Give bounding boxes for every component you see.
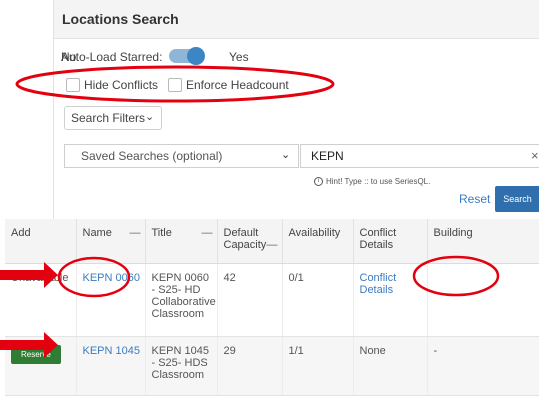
room-capacity: 42 (217, 263, 283, 337)
enforce-headcount-checkbox[interactable] (168, 78, 182, 92)
chevron-down-icon: ⌄ (145, 111, 155, 123)
room-title: KEPN 1045 - S25- HDS Classroom (145, 336, 218, 396)
info-icon: i (314, 177, 323, 187)
clear-icon[interactable]: × (531, 148, 539, 163)
column-menu-icon[interactable]: — (267, 239, 278, 251)
conflict-details-link[interactable]: Conflict Details (360, 272, 397, 296)
autoload-no-label: No (61, 50, 77, 64)
chevron-down-icon: ⌄ (281, 149, 291, 161)
panel-title: Locations Search (62, 11, 179, 27)
room-capacity: 29 (217, 336, 283, 396)
room-building (427, 263, 539, 337)
search-filters-label: Search Filters (71, 111, 146, 125)
autoload-toggle[interactable] (169, 47, 205, 65)
search-input-value: KEPN (311, 149, 344, 163)
column-menu-icon[interactable]: — (130, 227, 141, 239)
hide-conflicts-checkbox[interactable] (66, 78, 80, 92)
conflict-details-cell: Conflict Details (353, 263, 428, 337)
room-name-link[interactable]: KEPN 1045 (76, 336, 146, 396)
header-add[interactable]: Add (5, 219, 77, 264)
search-hint: i Hint! Type :: to use SeriesQL. (314, 177, 431, 187)
results-table: Add Name — Title — Default Capacity — Avail… (5, 219, 539, 396)
column-menu-icon[interactable]: — (202, 227, 213, 239)
header-title[interactable]: Title — (145, 219, 218, 264)
panel-header: Locations Search (54, 0, 539, 39)
room-availability: 0/1 (282, 263, 354, 337)
add-cell-unavailable: Unavailable (5, 263, 77, 337)
reset-link[interactable]: Reset (459, 192, 490, 206)
table-row: Unavailable KEPN 0060 KEPN 0060 - S25- H… (5, 263, 539, 337)
header-conflict-details[interactable]: Conflict Details (353, 219, 428, 264)
search-filters-button[interactable]: Search Filters ⌄ (64, 106, 162, 130)
search-button[interactable]: Search (495, 186, 539, 212)
hide-conflicts-label: Hide Conflicts (84, 78, 159, 92)
header-availability[interactable]: Availability (282, 219, 354, 264)
search-hint-text: Hint! Type :: to use SeriesQL. (326, 177, 431, 186)
toggle-knob (187, 47, 205, 65)
table-header-row: Add Name — Title — Default Capacity — Avail… (5, 219, 539, 264)
room-conflict: None (353, 336, 428, 396)
enforce-headcount-label: Enforce Headcount (186, 78, 289, 92)
saved-searches-placeholder: Saved Searches (optional) (81, 149, 223, 163)
room-title: KEPN 0060 - S25- HD Collaborative Classr… (145, 263, 218, 337)
table-row: Reserve KEPN 1045 KEPN 1045 - S25- HDS C… (5, 336, 539, 396)
reserve-button[interactable]: Reserve (11, 345, 61, 364)
header-building[interactable]: Building (427, 219, 539, 264)
header-default-capacity[interactable]: Default Capacity — (217, 219, 283, 264)
room-availability: 1/1 (282, 336, 354, 396)
header-name[interactable]: Name — (76, 219, 146, 264)
saved-searches-select[interactable]: Saved Searches (optional) ⌄ (64, 144, 299, 168)
room-building: - (427, 336, 539, 396)
search-input[interactable]: KEPN × (300, 144, 539, 168)
add-cell: Reserve (5, 336, 77, 396)
room-name-link[interactable]: KEPN 0060 (76, 263, 146, 337)
autoload-yes-label: Yes (229, 50, 249, 64)
